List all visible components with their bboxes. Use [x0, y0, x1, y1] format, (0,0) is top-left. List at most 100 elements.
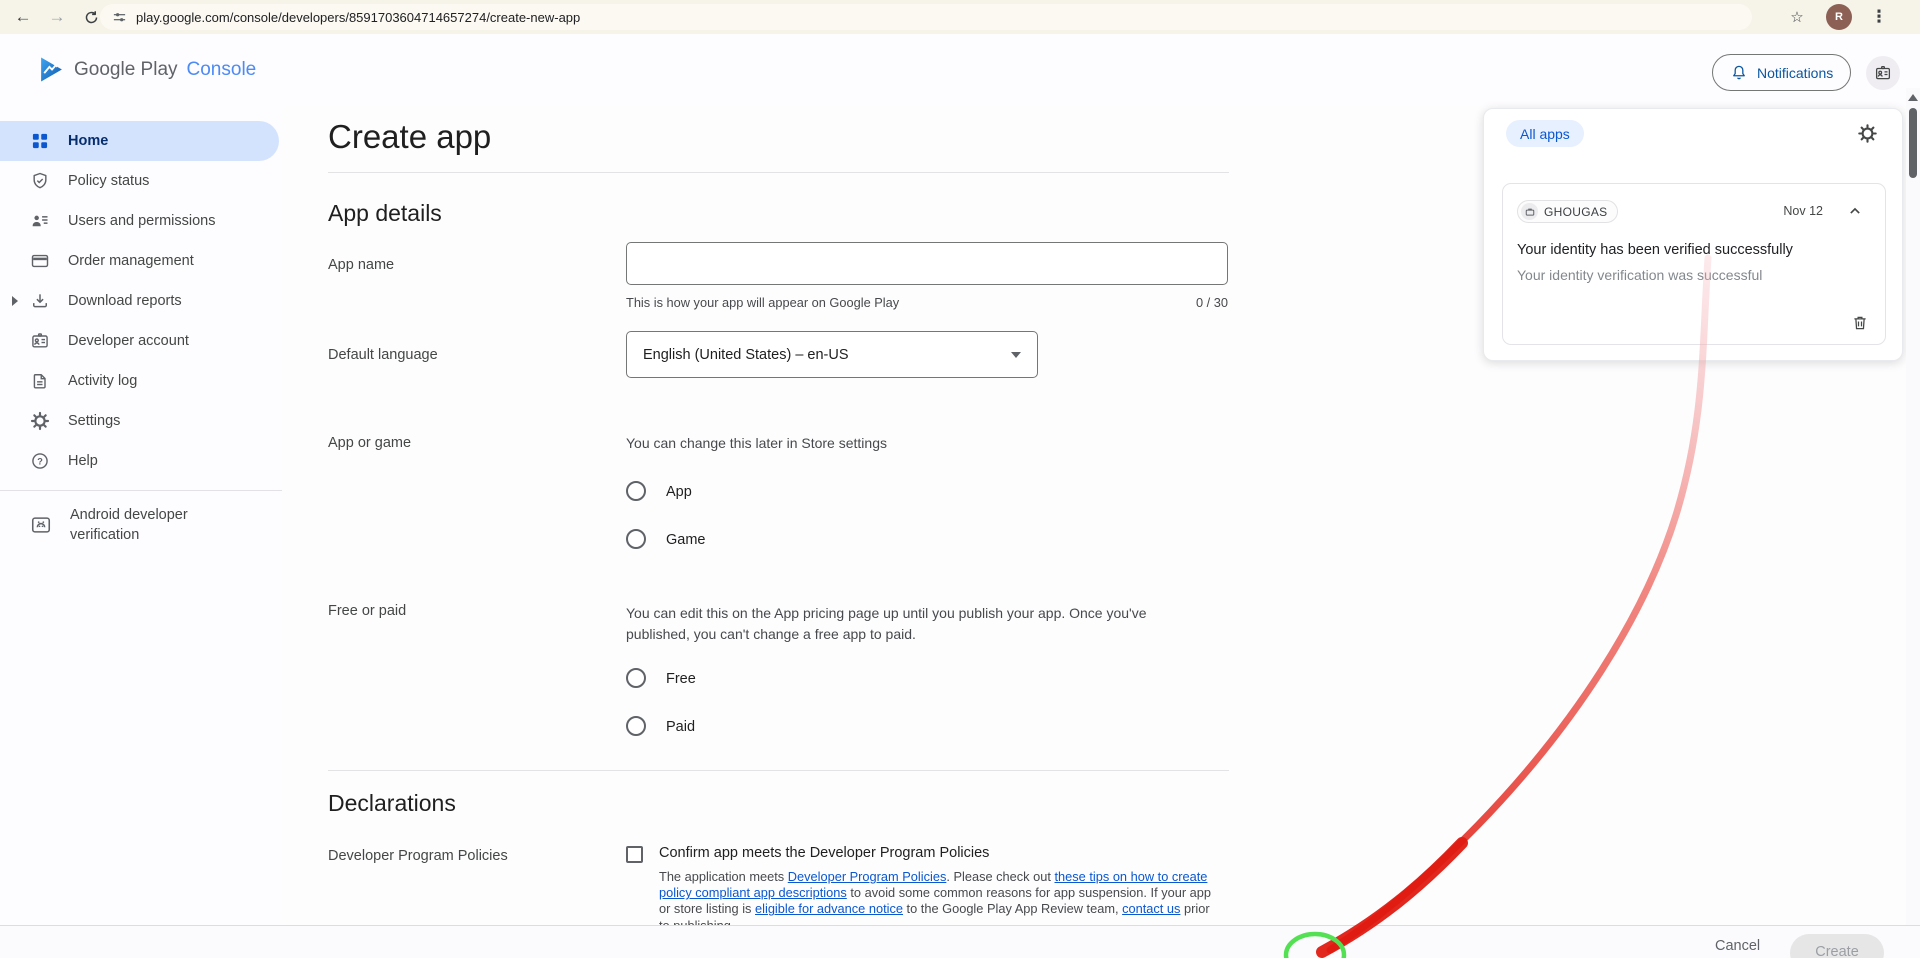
- section-divider: [328, 770, 1229, 771]
- default-language-label: Default language: [328, 347, 438, 363]
- sidebar-item-label: Users and permissions: [68, 213, 215, 229]
- credit-card-icon: [30, 251, 50, 271]
- bell-icon: [1730, 64, 1748, 82]
- reload-icon[interactable]: [80, 6, 102, 28]
- sidebar-item-users-permissions[interactable]: Users and permissions: [0, 201, 282, 241]
- note-text: to the Google Play App Review team,: [903, 901, 1122, 916]
- notifications-label: Notifications: [1757, 65, 1833, 81]
- chevron-down-icon: [1011, 352, 1021, 358]
- browser-menu-icon[interactable]: ⋮: [1868, 6, 1890, 28]
- gear-icon: [30, 411, 50, 431]
- app-details-heading: App details: [328, 200, 442, 227]
- red-annotation-stroke: [1330, 258, 1708, 950]
- sidebar-item-download-reports[interactable]: Download reports: [0, 281, 282, 321]
- free-or-paid-label: Free or paid: [328, 603, 406, 619]
- sidebar-item-home[interactable]: Home: [0, 121, 279, 161]
- note-text: The application meets: [659, 869, 788, 884]
- sidebar-item-label: Android developer verification: [70, 505, 220, 545]
- footer-bar: Cancel Create: [0, 925, 1920, 958]
- briefcase-icon: [1521, 203, 1538, 220]
- note-text: . Please check out: [946, 869, 1054, 884]
- sidebar-item-android-developer-verification[interactable]: Android developer verification: [0, 505, 282, 545]
- sidebar-item-label: Order management: [68, 253, 194, 269]
- free-or-paid-helper: You can edit this on the App pricing pag…: [626, 603, 1186, 645]
- sidebar-item-label: Policy status: [68, 173, 149, 189]
- sidebar: Home Policy status Users and permissions…: [0, 105, 282, 958]
- declarations-heading: Declarations: [328, 790, 456, 817]
- badge-icon: [30, 331, 50, 351]
- logo-text-google-play: Google Play: [74, 59, 178, 81]
- create-button[interactable]: Create: [1790, 934, 1884, 958]
- shield-check-icon: [30, 171, 50, 191]
- developer-program-policies-label: Developer Program Policies: [328, 848, 508, 864]
- app-chip[interactable]: GHOUGAS: [1517, 200, 1618, 223]
- id-badge-icon: [1874, 64, 1892, 82]
- sidebar-item-label: Help: [68, 453, 98, 469]
- sidebar-item-label: Settings: [68, 413, 120, 429]
- sidebar-item-policy-status[interactable]: Policy status: [0, 161, 282, 201]
- app-header: Google Play Console Notifications: [0, 34, 1920, 105]
- avatar[interactable]: R: [1826, 4, 1852, 30]
- download-icon: [30, 291, 50, 311]
- url-text: play.google.com/console/developers/85917…: [136, 10, 580, 25]
- page-title: Create app: [328, 118, 491, 156]
- logo-text-console: Console: [187, 59, 257, 81]
- sidebar-item-label: Download reports: [68, 293, 182, 309]
- developer-program-policies-link[interactable]: Developer Program Policies: [788, 869, 947, 884]
- notification-settings-gear-icon[interactable]: [1857, 123, 1878, 144]
- sidebar-item-activity-log[interactable]: Activity log: [0, 361, 282, 401]
- android-verification-icon: [30, 514, 52, 536]
- delete-notification-icon[interactable]: [1851, 314, 1869, 332]
- back-icon[interactable]: ←: [12, 6, 34, 28]
- account-badge-button[interactable]: [1866, 56, 1900, 90]
- sidebar-item-label: Developer account: [68, 333, 189, 349]
- sidebar-item-label: Home: [68, 133, 108, 149]
- users-icon: [30, 211, 50, 231]
- default-language-select[interactable]: English (United States) – en-US: [626, 331, 1038, 378]
- selected-language: English (United States) – en-US: [643, 347, 849, 363]
- cancel-button[interactable]: Cancel: [1715, 938, 1760, 954]
- sidebar-item-developer-account[interactable]: Developer account: [0, 321, 282, 361]
- play-logo-icon: [38, 56, 65, 83]
- title-divider: [328, 172, 1229, 173]
- app-chip-name: GHOUGAS: [1544, 205, 1607, 219]
- policy-checkbox[interactable]: [626, 846, 643, 863]
- character-counter: 0 / 30: [1130, 295, 1228, 310]
- chevron-up-icon[interactable]: [1845, 201, 1865, 221]
- app-or-game-helper: You can change this later in Store setti…: [626, 435, 887, 451]
- help-icon: ?: [30, 451, 50, 471]
- all-apps-filter-chip[interactable]: All apps: [1506, 120, 1584, 147]
- scrollbar-thumb[interactable]: [1909, 108, 1917, 178]
- sidebar-item-help[interactable]: ? Help: [0, 441, 282, 481]
- radio-paid-label: Paid: [666, 719, 695, 735]
- sidebar-divider: [0, 490, 282, 491]
- app-or-game-label: App or game: [328, 435, 411, 451]
- advance-notice-link[interactable]: eligible for advance notice: [755, 901, 903, 916]
- page-scrollbar[interactable]: [1906, 88, 1920, 958]
- url-bar[interactable]: play.google.com/console/developers/85917…: [100, 4, 1752, 30]
- radio-app-label: App: [666, 484, 692, 500]
- radio-game[interactable]: [626, 529, 646, 549]
- expand-caret-icon[interactable]: [12, 296, 18, 306]
- forward-icon[interactable]: →: [46, 6, 68, 28]
- contact-us-link[interactable]: contact us: [1122, 901, 1180, 916]
- bookmark-star-icon[interactable]: ☆: [1786, 6, 1808, 28]
- svg-text:?: ?: [37, 456, 43, 466]
- notifications-button[interactable]: Notifications: [1712, 54, 1851, 91]
- play-console-logo[interactable]: Google Play Console: [38, 34, 256, 105]
- app-name-label: App name: [328, 257, 394, 273]
- sidebar-item-order-management[interactable]: Order management: [0, 241, 282, 281]
- radio-paid[interactable]: [626, 716, 646, 736]
- notification-title: Your identity has been verified successf…: [1517, 242, 1793, 258]
- notifications-panel: All apps GHOUGAS Nov 12 Your identity ha…: [1483, 108, 1903, 361]
- radio-free[interactable]: [626, 668, 646, 688]
- sidebar-item-settings[interactable]: Settings: [0, 401, 282, 441]
- notification-card[interactable]: GHOUGAS Nov 12 Your identity has been ve…: [1502, 183, 1886, 345]
- app-name-input[interactable]: [626, 242, 1228, 285]
- notification-date: Nov 12: [1783, 204, 1823, 218]
- home-grid-icon: [30, 131, 50, 151]
- policy-checkbox-label: Confirm app meets the Developer Program …: [659, 845, 989, 861]
- scrollbar-up-arrow-icon[interactable]: [1908, 94, 1918, 101]
- site-info-icon[interactable]: [112, 10, 127, 25]
- radio-app[interactable]: [626, 481, 646, 501]
